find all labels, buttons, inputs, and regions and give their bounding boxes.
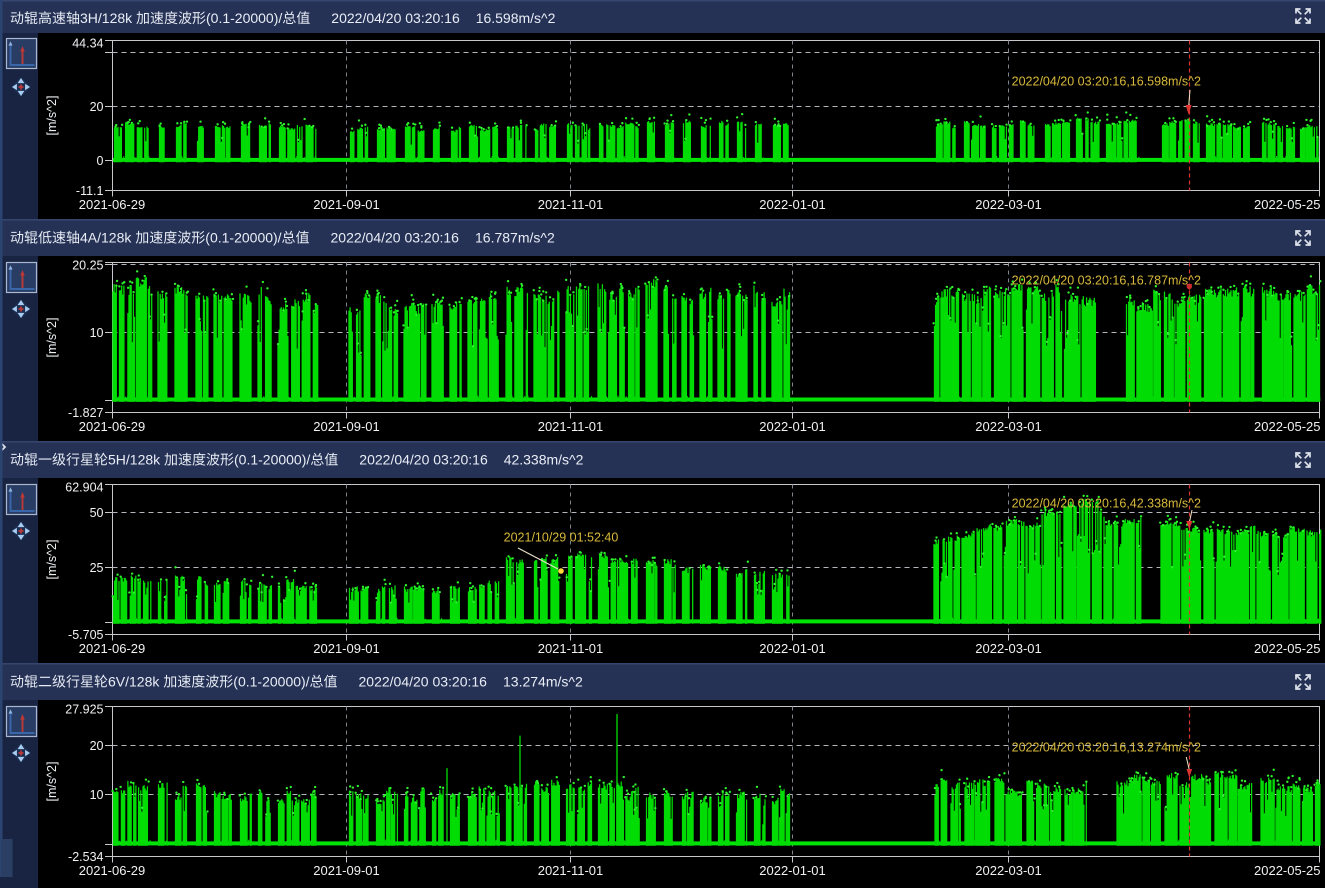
svg-text:20: 20 bbox=[90, 739, 104, 753]
svg-text:2022-03-01: 2022-03-01 bbox=[975, 641, 1042, 656]
svg-text:16.787m/s^2: 16.787m/s^2 bbox=[475, 230, 555, 246]
svg-text:13.274m/s^2: 13.274m/s^2 bbox=[503, 674, 583, 690]
svg-text:2022/04/20 03:20:16: 2022/04/20 03:20:16 bbox=[331, 10, 460, 26]
svg-text:2021-06-29: 2021-06-29 bbox=[79, 419, 146, 434]
svg-text:4A/128k: 4A/128k bbox=[80, 230, 132, 246]
svg-text:2022-01-01: 2022-01-01 bbox=[759, 641, 826, 656]
svg-text:2022-03-01: 2022-03-01 bbox=[975, 419, 1042, 434]
svg-text:2022-05-25: 2022-05-25 bbox=[1254, 419, 1321, 434]
svg-text:-1.827: -1.827 bbox=[68, 406, 103, 420]
svg-text:-2.534: -2.534 bbox=[68, 850, 103, 864]
svg-text:(0.1-20000)/: (0.1-20000)/ bbox=[234, 452, 310, 468]
svg-text:2022-01-01: 2022-01-01 bbox=[759, 863, 826, 878]
svg-text:5H/128k: 5H/128k bbox=[108, 452, 161, 468]
svg-text:2021-06-29: 2021-06-29 bbox=[79, 197, 146, 212]
svg-text:2022-05-25: 2022-05-25 bbox=[1254, 641, 1321, 656]
svg-text:2022-01-01: 2022-01-01 bbox=[759, 419, 826, 434]
svg-text:-5.705: -5.705 bbox=[68, 628, 103, 642]
svg-text:2022-05-25: 2022-05-25 bbox=[1254, 863, 1321, 878]
svg-text:2022/04/20 03:20:16,16.598m/s^: 2022/04/20 03:20:16,16.598m/s^2 bbox=[1012, 75, 1201, 89]
svg-text:(0.1-20000)/: (0.1-20000)/ bbox=[205, 230, 281, 246]
svg-text:2022/04/20 03:20:16: 2022/04/20 03:20:16 bbox=[359, 674, 488, 690]
svg-text:2022-01-01: 2022-01-01 bbox=[759, 197, 826, 212]
svg-text:2021-09-01: 2021-09-01 bbox=[313, 641, 380, 656]
svg-text:10: 10 bbox=[90, 326, 104, 340]
svg-text:[m/s^2]: [m/s^2] bbox=[45, 540, 59, 580]
svg-text:10: 10 bbox=[90, 788, 104, 802]
svg-text:2022/04/20 03:20:16,42.338m/s^: 2022/04/20 03:20:16,42.338m/s^2 bbox=[1012, 497, 1201, 511]
svg-text:[m/s^2]: [m/s^2] bbox=[45, 762, 59, 802]
svg-text:2021-09-01: 2021-09-01 bbox=[313, 863, 380, 878]
svg-text:[m/s^2]: [m/s^2] bbox=[45, 318, 59, 358]
svg-text:2021-11-01: 2021-11-01 bbox=[538, 419, 604, 434]
svg-text:2022-03-01: 2022-03-01 bbox=[975, 863, 1042, 878]
svg-text:(0.1-20000)/: (0.1-20000)/ bbox=[233, 674, 309, 690]
svg-text:44.34: 44.34 bbox=[72, 37, 103, 51]
svg-text:2022/04/20 03:20:16,13.274m/s^: 2022/04/20 03:20:16,13.274m/s^2 bbox=[1012, 741, 1201, 755]
svg-text:2021/10/29 01:52:40: 2021/10/29 01:52:40 bbox=[504, 531, 619, 545]
svg-text:2021-11-01: 2021-11-01 bbox=[538, 197, 604, 212]
svg-text:2022/04/20 03:20:16,16.787m/s^: 2022/04/20 03:20:16,16.787m/s^2 bbox=[1012, 274, 1201, 288]
svg-text:(0.1-20000)/: (0.1-20000)/ bbox=[206, 10, 282, 26]
svg-text:2021-06-29: 2021-06-29 bbox=[79, 863, 146, 878]
svg-text:42.338m/s^2: 42.338m/s^2 bbox=[504, 452, 584, 468]
svg-text:[m/s^2]: [m/s^2] bbox=[45, 96, 59, 136]
svg-text:2022/04/20 03:20:16: 2022/04/20 03:20:16 bbox=[359, 452, 488, 468]
svg-text:2022/04/20 03:20:16: 2022/04/20 03:20:16 bbox=[331, 230, 460, 246]
svg-text:2022-05-25: 2022-05-25 bbox=[1254, 197, 1321, 212]
svg-text:50: 50 bbox=[90, 506, 104, 520]
svg-text:2021-11-01: 2021-11-01 bbox=[538, 641, 604, 656]
svg-text:0: 0 bbox=[97, 154, 104, 168]
svg-text:-11.1: -11.1 bbox=[76, 184, 104, 198]
svg-text:2022-03-01: 2022-03-01 bbox=[975, 197, 1042, 212]
svg-text:2021-09-01: 2021-09-01 bbox=[313, 419, 380, 434]
svg-text:2021-06-29: 2021-06-29 bbox=[79, 641, 146, 656]
svg-text:25: 25 bbox=[90, 561, 104, 575]
svg-text:62.904: 62.904 bbox=[65, 481, 103, 495]
svg-text:2021-11-01: 2021-11-01 bbox=[538, 863, 604, 878]
svg-text:20.25: 20.25 bbox=[72, 259, 103, 273]
svg-text:6V/128k: 6V/128k bbox=[108, 674, 160, 690]
svg-text:27.925: 27.925 bbox=[65, 703, 103, 717]
svg-text:3H/128k: 3H/128k bbox=[80, 10, 133, 26]
svg-text:16.598m/s^2: 16.598m/s^2 bbox=[476, 10, 556, 26]
svg-text:2021-09-01: 2021-09-01 bbox=[313, 197, 380, 212]
svg-text:20: 20 bbox=[90, 100, 104, 114]
